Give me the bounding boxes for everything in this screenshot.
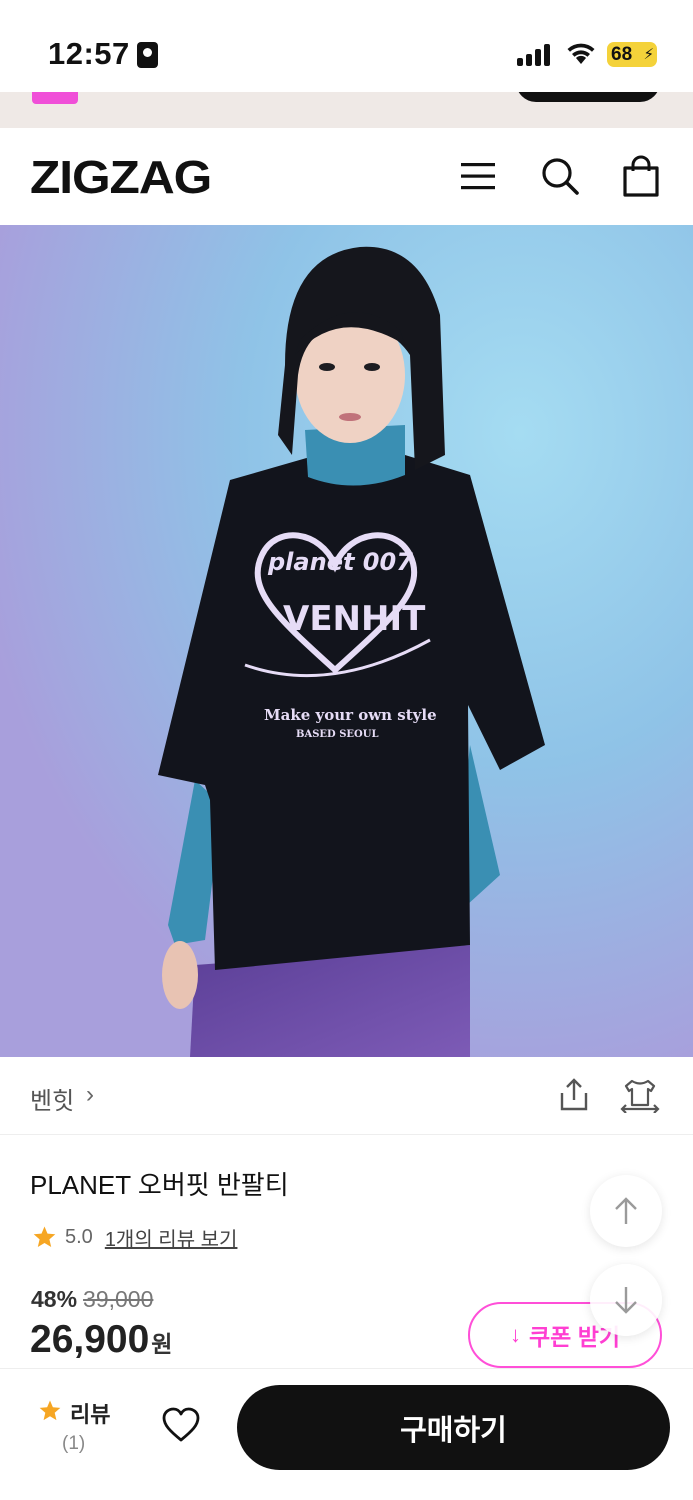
download-icon: ↓ xyxy=(509,1322,521,1347)
sale-price: 26,900 xyxy=(30,1318,150,1361)
currency-label: 원 xyxy=(151,1331,173,1357)
review-tab-label[interactable]: 리뷰 xyxy=(70,1397,110,1429)
search-icon[interactable] xyxy=(538,154,582,198)
rating-value: 5.0 xyxy=(65,1225,93,1248)
banner-badge xyxy=(32,92,78,104)
charging-bolt-icon: ⚡ xyxy=(643,46,654,63)
discount-row: 48% 39,000 xyxy=(31,1286,153,1313)
share-icon[interactable] xyxy=(556,1077,592,1113)
buy-button[interactable]: 구매하기 xyxy=(237,1385,670,1470)
wifi-icon xyxy=(567,43,595,64)
cellular-signal-icon xyxy=(517,44,553,66)
product-photo: planet 007 VENHIT Make your own style BA… xyxy=(0,225,693,1057)
discount-rate: 48% xyxy=(31,1286,78,1312)
tee-graphic-top: planet 007 xyxy=(267,548,413,576)
compare-fit-icon[interactable] xyxy=(620,1077,660,1113)
rating-row: 5.0 1개의 리뷰 보기 xyxy=(32,1222,237,1252)
banner-button[interactable] xyxy=(516,92,660,102)
review-count: (1) xyxy=(62,1433,86,1454)
tee-graphic-slogan: Make your own style xyxy=(264,706,437,724)
scroll-down-button[interactable] xyxy=(590,1264,662,1336)
star-icon xyxy=(39,1400,61,1421)
review-link[interactable]: 1개의 리뷰 보기 xyxy=(105,1223,238,1252)
scroll-up-button[interactable] xyxy=(590,1175,662,1247)
battery-level: 68 xyxy=(611,44,633,65)
zigzag-logo[interactable]: ZIGZAG xyxy=(30,150,212,204)
bottom-action-bar: 리뷰 (1) 구매하기 xyxy=(0,1368,693,1500)
star-icon xyxy=(33,1226,56,1247)
product-title: PLANET 오버핏 반팔티 xyxy=(30,1170,289,1200)
heart-icon[interactable] xyxy=(162,1407,200,1443)
product-image[interactable]: planet 007 VENHIT Make your own style BA… xyxy=(0,225,693,1057)
brand-link[interactable]: 벤힛 xyxy=(30,1081,74,1116)
app-header: ZIGZAG xyxy=(0,128,693,225)
shopping-bag-icon[interactable] xyxy=(619,154,663,198)
tee-graphic-city: BASED SEOUL xyxy=(296,729,379,740)
menu-icon[interactable] xyxy=(457,154,501,198)
price-row: 26,900 원 xyxy=(30,1318,172,1362)
status-bar: 12:57 68 ⚡ xyxy=(0,0,693,92)
arrow-down-icon xyxy=(615,1287,637,1314)
id-card-icon xyxy=(137,42,158,68)
status-time: 12:57 xyxy=(48,36,130,71)
original-price: 39,000 xyxy=(83,1286,154,1312)
brand-row: 벤힛 › xyxy=(0,1057,693,1135)
battery-indicator: 68 ⚡ xyxy=(607,42,657,67)
chevron-right-icon[interactable]: › xyxy=(86,1081,94,1109)
arrow-up-icon xyxy=(615,1197,637,1224)
top-banner[interactable] xyxy=(0,92,693,128)
tee-graphic-brand: VENHIT xyxy=(283,599,426,639)
